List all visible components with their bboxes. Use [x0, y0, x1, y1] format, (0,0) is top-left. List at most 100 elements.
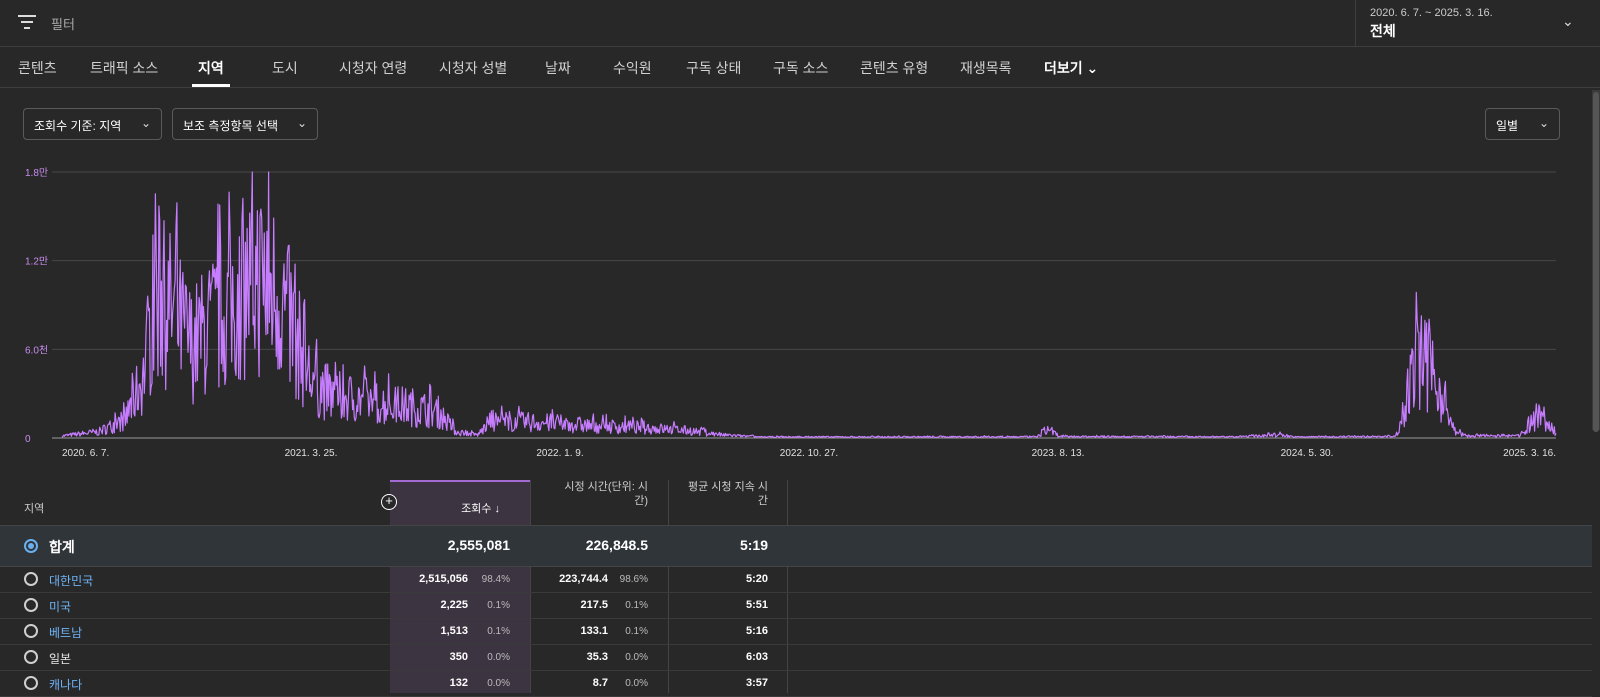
views-percent: 0.0% — [487, 652, 510, 663]
geography-table: 지역 조회수 ↓ 시정 시간(단위: 시간) 평균 시청 지속 시간 합계 2,… — [0, 480, 1600, 697]
tab-geography[interactable]: 지역 — [198, 58, 224, 78]
date-range-selector[interactable]: 2020. 6. 7. ~ 2025. 3. 16. 전체 ⌄ — [1355, 0, 1600, 46]
interval-label: 일별 — [1496, 119, 1519, 133]
sort-arrow-down-icon: ↓ — [494, 503, 501, 515]
chevron-down-icon: ⌄ — [296, 116, 307, 130]
avg-duration-value: 6:03 — [745, 651, 768, 663]
dimension-tabs: 콘텐츠 트래픽 소스 지역 도시 시청자 연령 시청자 성별 날짜 수익원 구독… — [0, 47, 1600, 88]
add-metric-plus-icon[interactable]: + — [381, 494, 397, 510]
x-tick-label: 2021. 3. 25. — [285, 448, 338, 459]
tab-traffic-source[interactable]: 트래픽 소스 — [90, 58, 158, 78]
x-tick-label: 2024. 5. 30. — [1281, 448, 1334, 459]
views-value: 132 — [449, 677, 468, 689]
total-watch-time: 226,848.5 — [585, 537, 648, 553]
x-tick-label: 2022. 1. 9. — [536, 448, 583, 459]
radio-selected-icon[interactable] — [24, 539, 38, 553]
views-value: 350 — [449, 651, 468, 663]
active-tab-indicator — [192, 84, 230, 87]
y-tick-label: 0 — [25, 434, 31, 445]
filter-icon[interactable] — [18, 15, 36, 29]
header-views[interactable]: 조회수 ↓ — [420, 502, 500, 516]
chevron-down-icon: ⌄ — [1562, 13, 1574, 29]
views-line-chart: 0 6.0천 1.2만 1.8만 2020. 6. 7. 2021. 3. 25. 2022… — [25, 167, 1557, 459]
watch-time-value: 8.7 — [592, 677, 608, 689]
scrollbar-thumb[interactable] — [1593, 92, 1599, 432]
table-row[interactable]: 대한민국 2,515,056 98.4% 223,744.4 98.6% 5:2… — [0, 566, 1592, 593]
y-tick-label: 1.8만 — [25, 167, 48, 179]
filter-input[interactable]: 필터 — [51, 14, 75, 33]
avg-duration-value: 5:51 — [745, 599, 768, 611]
tab-viewer-age[interactable]: 시청자 연령 — [339, 58, 407, 78]
table-row[interactable]: 베트남 1,513 0.1% 133.1 0.1% 5:16 — [0, 618, 1592, 645]
views-percent: 0.1% — [487, 600, 510, 611]
watch-time-percent: 0.0% — [625, 678, 648, 689]
radio-icon[interactable] — [24, 598, 38, 612]
header-watch-time[interactable]: 시정 시간(단위: 시간) — [558, 480, 648, 508]
avg-duration-value: 5:16 — [745, 625, 768, 637]
tab-date[interactable]: 날짜 — [545, 58, 571, 78]
top-bar: 필터 2020. 6. 7. ~ 2025. 3. 16. 전체 ⌄ — [0, 0, 1600, 47]
tab-more-label: 더보기 — [1044, 60, 1083, 76]
metric-dropdown[interactable]: 조회수 기준: 지역 ⌄ — [23, 108, 162, 140]
header-views-label: 조회수 — [461, 503, 492, 515]
views-percent: 0.1% — [487, 626, 510, 637]
total-avg-duration: 5:19 — [739, 537, 768, 553]
chevron-down-icon: ⌄ — [1086, 60, 1099, 76]
x-tick-label: 2023. 8. 13. — [1032, 448, 1085, 459]
date-range-label: 전체 — [1370, 23, 1396, 39]
tab-viewer-gender[interactable]: 시청자 성별 — [439, 58, 507, 78]
interval-dropdown[interactable]: 일별 ⌄ — [1485, 108, 1560, 140]
views-percent: 0.0% — [487, 678, 510, 689]
total-row[interactable]: 합계 2,555,081 226,848.5 5:19 — [0, 525, 1592, 567]
region-link[interactable]: 대한민국 — [49, 572, 93, 589]
region-link[interactable]: 미국 — [49, 598, 71, 615]
y-tick-label: 1.2만 — [25, 256, 48, 268]
views-value: 2,515,056 — [419, 573, 468, 585]
x-tick-label: 2025. 3. 16. — [1503, 448, 1556, 459]
radio-icon[interactable] — [24, 624, 38, 638]
header-region: 지역 — [24, 503, 45, 515]
metric-dropdown-label: 조회수 기준: 지역 — [34, 119, 122, 133]
region-link[interactable]: 캐나다 — [49, 676, 82, 693]
x-tick-label: 2022. 10. 27. — [780, 448, 838, 459]
region-label: 일본 — [49, 652, 72, 666]
tab-city[interactable]: 도시 — [272, 58, 298, 78]
watch-time-percent: 0.1% — [625, 600, 648, 611]
watch-time-percent: 98.6% — [619, 574, 648, 585]
views-value: 2,225 — [440, 599, 468, 611]
chevron-down-icon: ⌄ — [140, 116, 151, 130]
total-views: 2,555,081 — [447, 537, 510, 553]
tab-content[interactable]: 콘텐츠 — [18, 58, 57, 78]
tab-playlist[interactable]: 재생목록 — [960, 58, 1012, 78]
secondary-metric-dropdown[interactable]: 보조 측정항목 선택 ⌄ — [172, 108, 318, 140]
radio-icon[interactable] — [24, 572, 38, 586]
region-link[interactable]: 베트남 — [49, 624, 82, 641]
total-label: 합계 — [49, 539, 75, 555]
watch-time-percent: 0.0% — [625, 652, 648, 663]
tab-more[interactable]: 더보기 ⌄ — [1044, 58, 1098, 78]
views-percent: 98.4% — [481, 574, 510, 585]
watch-time-percent: 0.1% — [625, 626, 648, 637]
tab-subscription-status[interactable]: 구독 상태 — [686, 58, 741, 78]
watch-time-value: 217.5 — [580, 599, 608, 611]
avg-duration-value: 3:57 — [745, 677, 768, 689]
table-row[interactable]: 일본 350 0.0% 35.3 0.0% 6:03 — [0, 644, 1592, 671]
tab-revenue-source[interactable]: 수익원 — [613, 58, 652, 78]
x-tick-label: 2020. 6. 7. — [62, 448, 109, 459]
tab-subscription-source[interactable]: 구독 소스 — [773, 58, 828, 78]
y-tick-label: 6.0천 — [25, 344, 48, 356]
radio-icon[interactable] — [24, 650, 38, 664]
chevron-down-icon: ⌄ — [1538, 116, 1549, 130]
header-avg-duration[interactable]: 평균 시청 지속 시간 — [680, 480, 768, 508]
radio-icon[interactable] — [24, 676, 38, 690]
avg-duration-value: 5:20 — [745, 573, 768, 585]
watch-time-value: 223,744.4 — [559, 573, 608, 585]
table-row[interactable]: 미국 2,225 0.1% 217.5 0.1% 5:51 — [0, 592, 1592, 619]
views-value: 1,513 — [440, 625, 468, 637]
watch-time-value: 35.3 — [586, 651, 608, 663]
views-series-line — [61, 171, 1557, 439]
tab-content-type[interactable]: 콘텐츠 유형 — [860, 58, 928, 78]
date-range-dates: 2020. 6. 7. ~ 2025. 3. 16. — [1370, 7, 1493, 19]
secondary-metric-label: 보조 측정항목 선택 — [183, 119, 278, 133]
watch-time-value: 133.1 — [580, 625, 608, 637]
